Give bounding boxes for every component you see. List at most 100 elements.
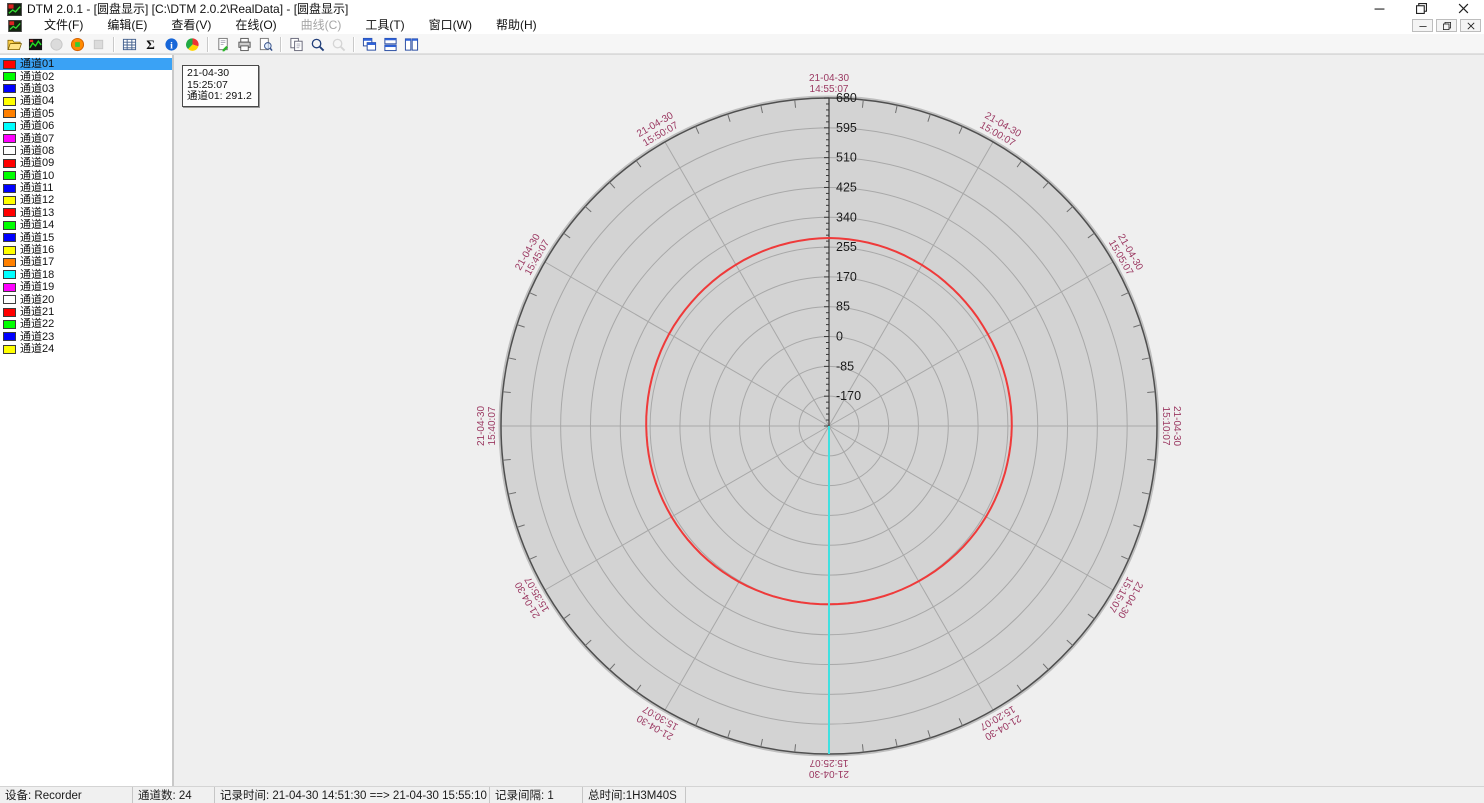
toolbar-realtime-curve-button[interactable] [25, 36, 46, 53]
channel-item-22[interactable]: 通道22 [0, 318, 172, 330]
channel-color-swatch [3, 221, 16, 230]
toolbar-open-file-button[interactable] [4, 36, 25, 53]
toolbar-data-table-button[interactable] [119, 36, 140, 53]
channel-item-16[interactable]: 通道16 [0, 244, 172, 256]
channel-color-swatch [3, 146, 16, 155]
channel-item-15[interactable]: 通道15 [0, 231, 172, 243]
value-tick-label: 340 [836, 210, 857, 224]
svg-text:i: i [170, 40, 173, 51]
menu-item-edit[interactable]: 编辑(E) [95, 17, 159, 34]
toolbar-tile-horizontal-button[interactable] [380, 36, 401, 53]
status-channel-count: 通道数: 24 [133, 787, 215, 803]
channel-item-13[interactable]: 通道13 [0, 207, 172, 219]
channel-item-3[interactable]: 通道03 [0, 83, 172, 95]
channel-label: 通道21 [20, 306, 54, 318]
close-button[interactable] [1442, 0, 1484, 17]
realtime-curve-icon [28, 37, 43, 52]
toolbar-pie-chart-button[interactable] [182, 36, 203, 53]
toolbar-export-report-button[interactable] [213, 36, 234, 53]
channel-item-2[interactable]: 通道02 [0, 70, 172, 82]
channel-color-swatch [3, 332, 16, 341]
channel-item-21[interactable]: 通道21 [0, 306, 172, 318]
toolbar-print-preview-button[interactable] [255, 36, 276, 53]
channel-item-8[interactable]: 通道08 [0, 145, 172, 157]
svg-text:21-04-30: 21-04-30 [476, 406, 487, 446]
value-tick-label: 595 [836, 121, 857, 135]
channel-label: 通道15 [20, 232, 54, 244]
channel-color-swatch [3, 97, 16, 106]
title-bar: DTM 2.0.1 - [圆盘显示] [C:\DTM 2.0.2\RealDat… [0, 0, 1484, 17]
menu-item-online[interactable]: 在线(O) [223, 17, 288, 34]
toolbar-copy-button[interactable] [286, 36, 307, 53]
channel-item-5[interactable]: 通道05 [0, 108, 172, 120]
channel-item-7[interactable]: 通道07 [0, 132, 172, 144]
channel-item-10[interactable]: 通道10 [0, 170, 172, 182]
channel-label: 通道20 [20, 294, 54, 306]
polar-chart[interactable]: 680595510425340255170850-85-17021-04-301… [174, 55, 1482, 786]
open-file-icon [7, 37, 22, 52]
time-label: 21-04-3015:10:07 [1160, 406, 1182, 446]
channel-item-18[interactable]: 通道18 [0, 269, 172, 281]
mdi-restore-button[interactable] [1436, 19, 1457, 32]
export-report-icon [216, 37, 231, 52]
channel-color-swatch [3, 196, 16, 205]
stop-gray-icon [91, 37, 106, 52]
app-icon [7, 3, 22, 16]
channel-color-swatch [3, 320, 16, 329]
channel-item-6[interactable]: 通道06 [0, 120, 172, 132]
mdi-minimize-button[interactable] [1412, 19, 1433, 32]
mdi-close-button[interactable] [1460, 19, 1481, 32]
channel-label: 通道22 [20, 318, 54, 330]
channel-item-4[interactable]: 通道04 [0, 95, 172, 107]
info-icon: i [164, 37, 179, 52]
channel-item-12[interactable]: 通道12 [0, 194, 172, 206]
cascade-windows-icon [362, 37, 377, 52]
window-title: DTM 2.0.1 - [圆盘显示] [C:\DTM 2.0.2\RealDat… [27, 0, 348, 17]
toolbar-sigma-button[interactable]: Σ [140, 36, 161, 53]
toolbar-record-active-button[interactable] [67, 36, 88, 53]
pie-chart-icon [185, 37, 200, 52]
menu-item-help[interactable]: 帮助(H) [484, 17, 549, 34]
svg-text:21-04-30: 21-04-30 [1171, 406, 1182, 446]
channel-color-swatch [3, 308, 16, 317]
menu-item-view[interactable]: 查看(V) [159, 17, 223, 34]
toolbar-zoom-in-button[interactable] [307, 36, 328, 53]
toolbar-info-button[interactable]: i [161, 36, 182, 53]
print-preview-icon [258, 37, 273, 52]
channel-color-swatch [3, 258, 16, 267]
value-tick-label: 170 [836, 270, 857, 284]
channel-item-19[interactable]: 通道19 [0, 281, 172, 293]
toolbar-separator [280, 37, 282, 52]
zoom-in-icon [310, 37, 325, 52]
channel-item-20[interactable]: 通道20 [0, 293, 172, 305]
toolbar-cascade-windows-button[interactable] [359, 36, 380, 53]
value-tick-label: 510 [836, 151, 857, 165]
channel-color-swatch [3, 72, 16, 81]
value-tick-label: 0 [836, 330, 843, 344]
channel-item-17[interactable]: 通道17 [0, 256, 172, 268]
sigma-icon: Σ [143, 37, 158, 52]
toolbar-record-gray-button [46, 36, 67, 53]
value-tick-label: -85 [836, 359, 854, 373]
channel-color-swatch [3, 270, 16, 279]
channel-item-23[interactable]: 通道23 [0, 331, 172, 343]
menu-item-tools[interactable]: 工具(T) [353, 17, 416, 34]
tooltip-date: 21-04-30 [187, 68, 252, 80]
channel-item-14[interactable]: 通道14 [0, 219, 172, 231]
channel-label: 通道17 [20, 256, 54, 268]
mdi-document-icon [8, 20, 22, 32]
menu-bar: 文件(F)编辑(E)查看(V)在线(O)曲线(C)工具(T)窗口(W)帮助(H) [0, 17, 1484, 34]
toolbar-tile-vertical-button[interactable] [401, 36, 422, 53]
channel-item-9[interactable]: 通道09 [0, 157, 172, 169]
menu-item-file[interactable]: 文件(F) [32, 17, 95, 34]
minimize-button[interactable] [1358, 0, 1400, 17]
tooltip-value: 通道01: 291.2 [187, 91, 252, 103]
channel-item-1[interactable]: 通道01 [0, 58, 172, 70]
toolbar-print-button[interactable] [234, 36, 255, 53]
channel-item-24[interactable]: 通道24 [0, 343, 172, 355]
menu-item-window[interactable]: 窗口(W) [417, 17, 484, 34]
restore-button[interactable] [1400, 0, 1442, 17]
channel-color-swatch [3, 295, 16, 304]
channel-item-11[interactable]: 通道11 [0, 182, 172, 194]
svg-text:Σ: Σ [146, 37, 155, 52]
